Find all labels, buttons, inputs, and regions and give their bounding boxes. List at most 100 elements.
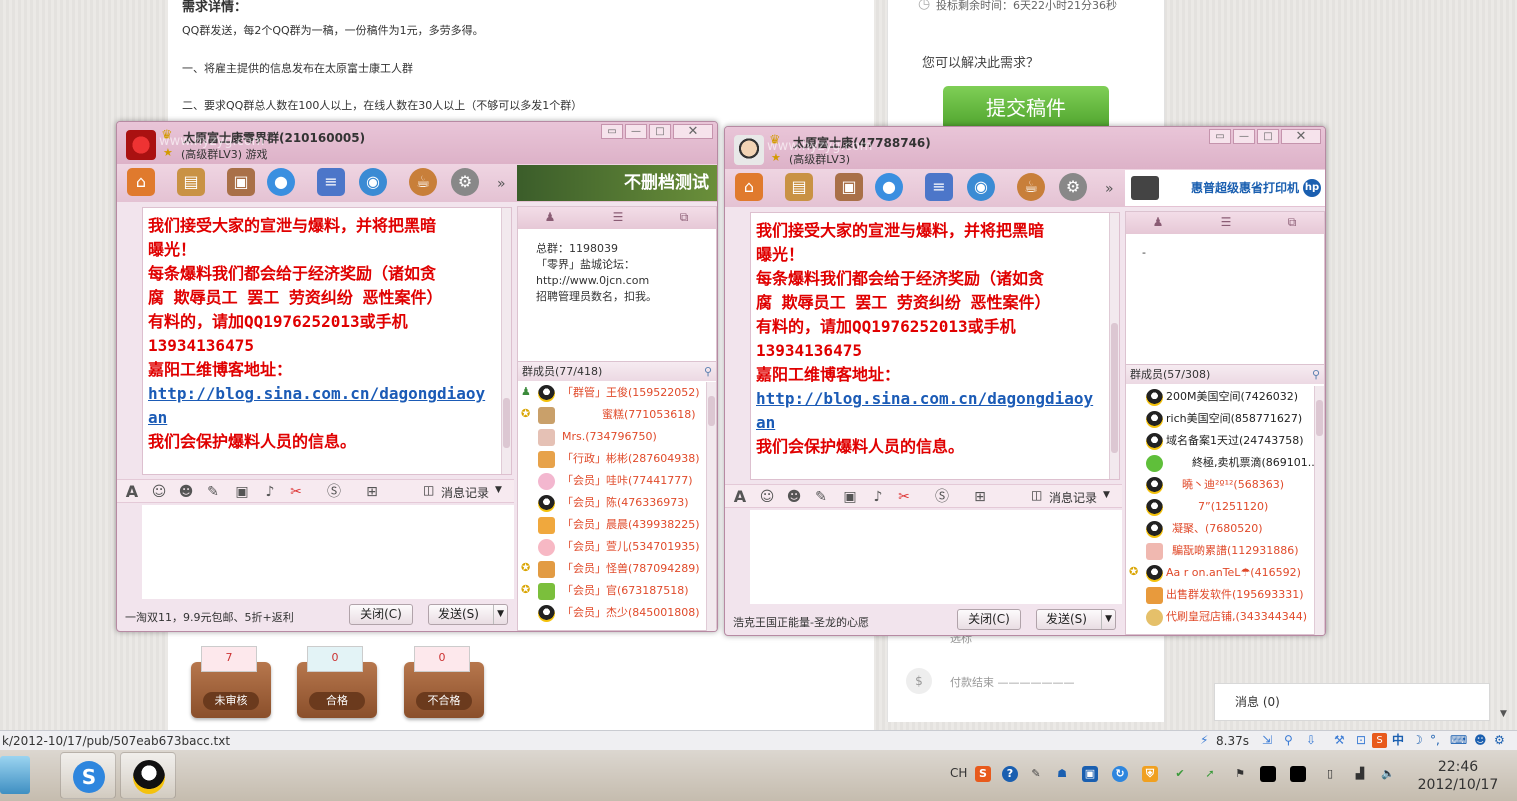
list-tab-icon[interactable]: ☰ <box>1218 215 1234 229</box>
group-avatar[interactable] <box>126 130 156 160</box>
shield-icon[interactable]: ⛨ <box>1142 766 1158 782</box>
member-item[interactable]: 曉丶迪²º¹²(568363) <box>1126 474 1314 496</box>
magic-face-icon[interactable]: ☻ <box>177 483 195 501</box>
member-item[interactable]: 騙翫啲累譜(112931886) <box>1126 540 1314 562</box>
refresh-icon[interactable]: ↻ <box>1112 766 1128 782</box>
wrench-icon[interactable]: ⚙ <box>1494 731 1505 750</box>
footer-ad[interactable]: 一淘双11，9.9元包邮、5折+返利 <box>125 609 294 625</box>
maximize-button[interactable]: □ <box>649 124 671 139</box>
maximize-button[interactable]: □ <box>1257 129 1279 144</box>
chat-scrollbar[interactable] <box>1109 213 1119 479</box>
unqualified-box[interactable]: 0 不合格 <box>404 646 484 718</box>
settings-window-button[interactable]: ▭ <box>1209 129 1231 144</box>
album-icon[interactable]: ▣ <box>835 173 863 201</box>
image-icon[interactable]: ▣ <box>233 483 251 501</box>
member-item[interactable]: Mrs.(734796750) <box>518 426 706 448</box>
status-tool-icon[interactable]: ⇲ <box>1262 731 1272 750</box>
status-tool-icon[interactable]: ⊡ <box>1356 731 1366 750</box>
blog-link-cont[interactable]: an <box>148 406 485 430</box>
ad-banner[interactable]: 惠普超级惠省打印机 hp <box>1125 170 1325 206</box>
signal-icon[interactable]: ▟ <box>1352 766 1368 782</box>
member-item[interactable]: rich美国空间(858771627) <box>1126 408 1314 430</box>
member-item[interactable]: 終極,卖机票滴(869101... <box>1126 452 1314 474</box>
user-icon[interactable]: ☻ <box>1474 731 1487 750</box>
moon-icon[interactable]: ☽ <box>1412 731 1423 750</box>
footer-text[interactable]: 浩克王国正能量-圣龙的心愿 <box>733 614 869 630</box>
send-button[interactable]: 发送(S) ▼ <box>428 604 508 625</box>
sogou-icon[interactable]: Ⓢ <box>933 488 951 506</box>
music-icon[interactable]: ♪ <box>261 483 279 501</box>
chat-history[interactable]: 我们接受大家的宣泄与爆料，并将把黑暗 曝光！ 每条爆料我们都会给于经济奖励（诸如… <box>750 212 1120 480</box>
notice-icon[interactable]: ≡ <box>925 173 953 201</box>
taskbar-qq[interactable] <box>120 752 176 799</box>
member-item[interactable]: 「会员」萱儿(534701935) <box>518 536 706 558</box>
music-icon[interactable]: ♪ <box>869 488 887 506</box>
magic-face-icon[interactable]: ☻ <box>785 488 803 506</box>
font-icon[interactable]: A <box>123 483 141 501</box>
clock[interactable]: 22:46 2012/10/17 <box>1410 758 1506 794</box>
edit-icon[interactable]: ✎ <box>204 483 222 501</box>
camera-icon[interactable]: ◉ <box>359 168 387 196</box>
image-icon[interactable]: ▣ <box>841 488 859 506</box>
minimize-button[interactable]: — <box>1233 129 1255 144</box>
qq-group-window-right[interactable]: ♛ ★ 太原富士康(47788746) (高级群LV3) www.hyzyg.c… <box>724 126 1326 636</box>
album-icon[interactable]: ▣ <box>227 168 255 196</box>
member-item[interactable]: 「会员」晨晨(439938225) <box>518 514 706 536</box>
close-icon[interactable]: ✕ <box>1281 129 1321 144</box>
notice-line[interactable]: http://www.0jcn.com <box>536 273 657 289</box>
folder-icon[interactable]: ▤ <box>177 168 205 196</box>
member-item[interactable]: ✪ Aa r on.anTeL☂(416592) <box>1126 562 1314 584</box>
blog-link-cont[interactable]: an <box>756 411 1093 435</box>
qq-group-window-left[interactable]: ♛ ★ 太原富士康零界群(210160005) (高级群LV3) 游戏 www.… <box>116 121 718 632</box>
help-icon[interactable]: ? <box>1002 766 1018 782</box>
voice-icon[interactable]: ● <box>267 168 295 196</box>
member-item[interactable]: 「会员」杰少(845001808) <box>518 602 706 624</box>
device-icon[interactable]: ▯ <box>1322 766 1338 782</box>
pending-review-box[interactable]: 7 未审核 <box>191 646 271 718</box>
notepad-app-icon[interactable] <box>0 756 30 794</box>
qualified-box[interactable]: 0 合格 <box>297 646 377 718</box>
search-icon[interactable]: ⚲ <box>1312 365 1320 384</box>
scissors-icon[interactable]: ✂ <box>287 483 305 501</box>
network-tray-icon[interactable]: ☗ <box>1054 766 1070 782</box>
member-item[interactable]: 「会员」哇咔(77441777) <box>518 470 706 492</box>
history-button[interactable]: 消息记录 <box>441 484 489 501</box>
home-icon[interactable]: ⌂ <box>127 168 155 196</box>
chat-scrollbar[interactable] <box>501 208 511 474</box>
member-item[interactable]: 「会员」陈(476336973) <box>518 492 706 514</box>
history-icon[interactable]: ◫ <box>1031 488 1042 502</box>
emoji-icon[interactable]: ☺ <box>758 488 776 506</box>
history-button[interactable]: 消息记录 <box>1049 489 1097 506</box>
monitor-icon[interactable]: ▣ <box>1082 766 1098 782</box>
member-scrollbar[interactable] <box>706 382 716 631</box>
more-icon[interactable]: » <box>1105 181 1114 197</box>
message-input[interactable] <box>750 510 1122 604</box>
scroll-down-icon[interactable]: ▼ <box>1500 709 1507 719</box>
member-item[interactable]: ✪ 「会员」怪兽(787094289) <box>518 558 706 580</box>
send-options-icon[interactable]: ▼ <box>1101 610 1112 629</box>
member-item[interactable]: 代刷皇冠店铺,(343344344) <box>1126 606 1314 628</box>
history-icon[interactable]: ◫ <box>423 483 434 497</box>
notice-icon[interactable]: ≡ <box>317 168 345 196</box>
minimize-button[interactable]: — <box>625 124 647 139</box>
chat-history[interactable]: 我们接受大家的宣泄与爆料，并将把黑暗 曝光！ 每条爆料我们都会给于经济奖励（诸如… <box>142 207 512 475</box>
member-item[interactable]: 「行政」彬彬(287604938) <box>518 448 706 470</box>
status-tool-icon[interactable]: ⚒ <box>1334 731 1345 750</box>
member-item[interactable]: ♟ 「群管」王俊(159522052) <box>518 382 706 404</box>
edit-icon[interactable]: ✎ <box>812 488 830 506</box>
sogou-icon[interactable]: Ⓢ <box>325 483 343 501</box>
update-icon[interactable]: ➚ <box>1202 766 1218 782</box>
message-input[interactable] <box>142 505 514 599</box>
download-icon[interactable]: ⇩ <box>1306 731 1316 750</box>
gear-icon[interactable]: ⚙ <box>1059 173 1087 201</box>
window-tab-icon[interactable]: ⧉ <box>676 210 692 224</box>
members-tab-icon[interactable]: ♟ <box>542 210 558 224</box>
scissors-icon[interactable]: ✂ <box>895 488 913 506</box>
settings-window-button[interactable]: ▭ <box>601 124 623 139</box>
gear-icon[interactable]: ⚙ <box>451 168 479 196</box>
member-item[interactable]: 域名备案1天过(24743758) <box>1126 430 1314 452</box>
list-tab-icon[interactable]: ☰ <box>610 210 626 224</box>
folder-icon[interactable]: ▤ <box>785 173 813 201</box>
emoji-icon[interactable]: ☺ <box>150 483 168 501</box>
volume-icon[interactable]: 🔈 <box>1380 766 1396 782</box>
